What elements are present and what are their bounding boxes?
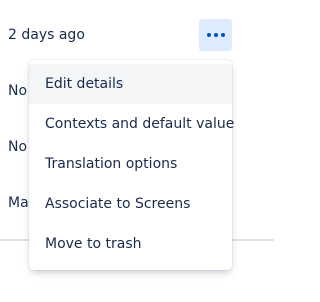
menu-item-associate-screens[interactable]: Associate to Screens bbox=[29, 184, 232, 224]
more-actions-button[interactable] bbox=[199, 19, 232, 51]
actions-dropdown-menu: Edit details Contexts and default value … bbox=[29, 60, 234, 270]
field-actions-view: 2 days ago No No May Edit details Contex… bbox=[0, 0, 274, 302]
menu-item-edit-details[interactable]: Edit details bbox=[29, 64, 232, 104]
menu-item-contexts-default-value[interactable]: Contexts and default value bbox=[29, 104, 234, 144]
row-cell-partial: No bbox=[8, 83, 28, 99]
row-cell-partial: No bbox=[8, 139, 28, 155]
menu-item-move-to-trash[interactable]: Move to trash bbox=[29, 224, 232, 264]
more-horizontal-icon bbox=[206, 33, 225, 37]
menu-item-translation-options[interactable]: Translation options bbox=[29, 144, 232, 184]
last-updated-text: 2 days ago bbox=[8, 27, 85, 43]
